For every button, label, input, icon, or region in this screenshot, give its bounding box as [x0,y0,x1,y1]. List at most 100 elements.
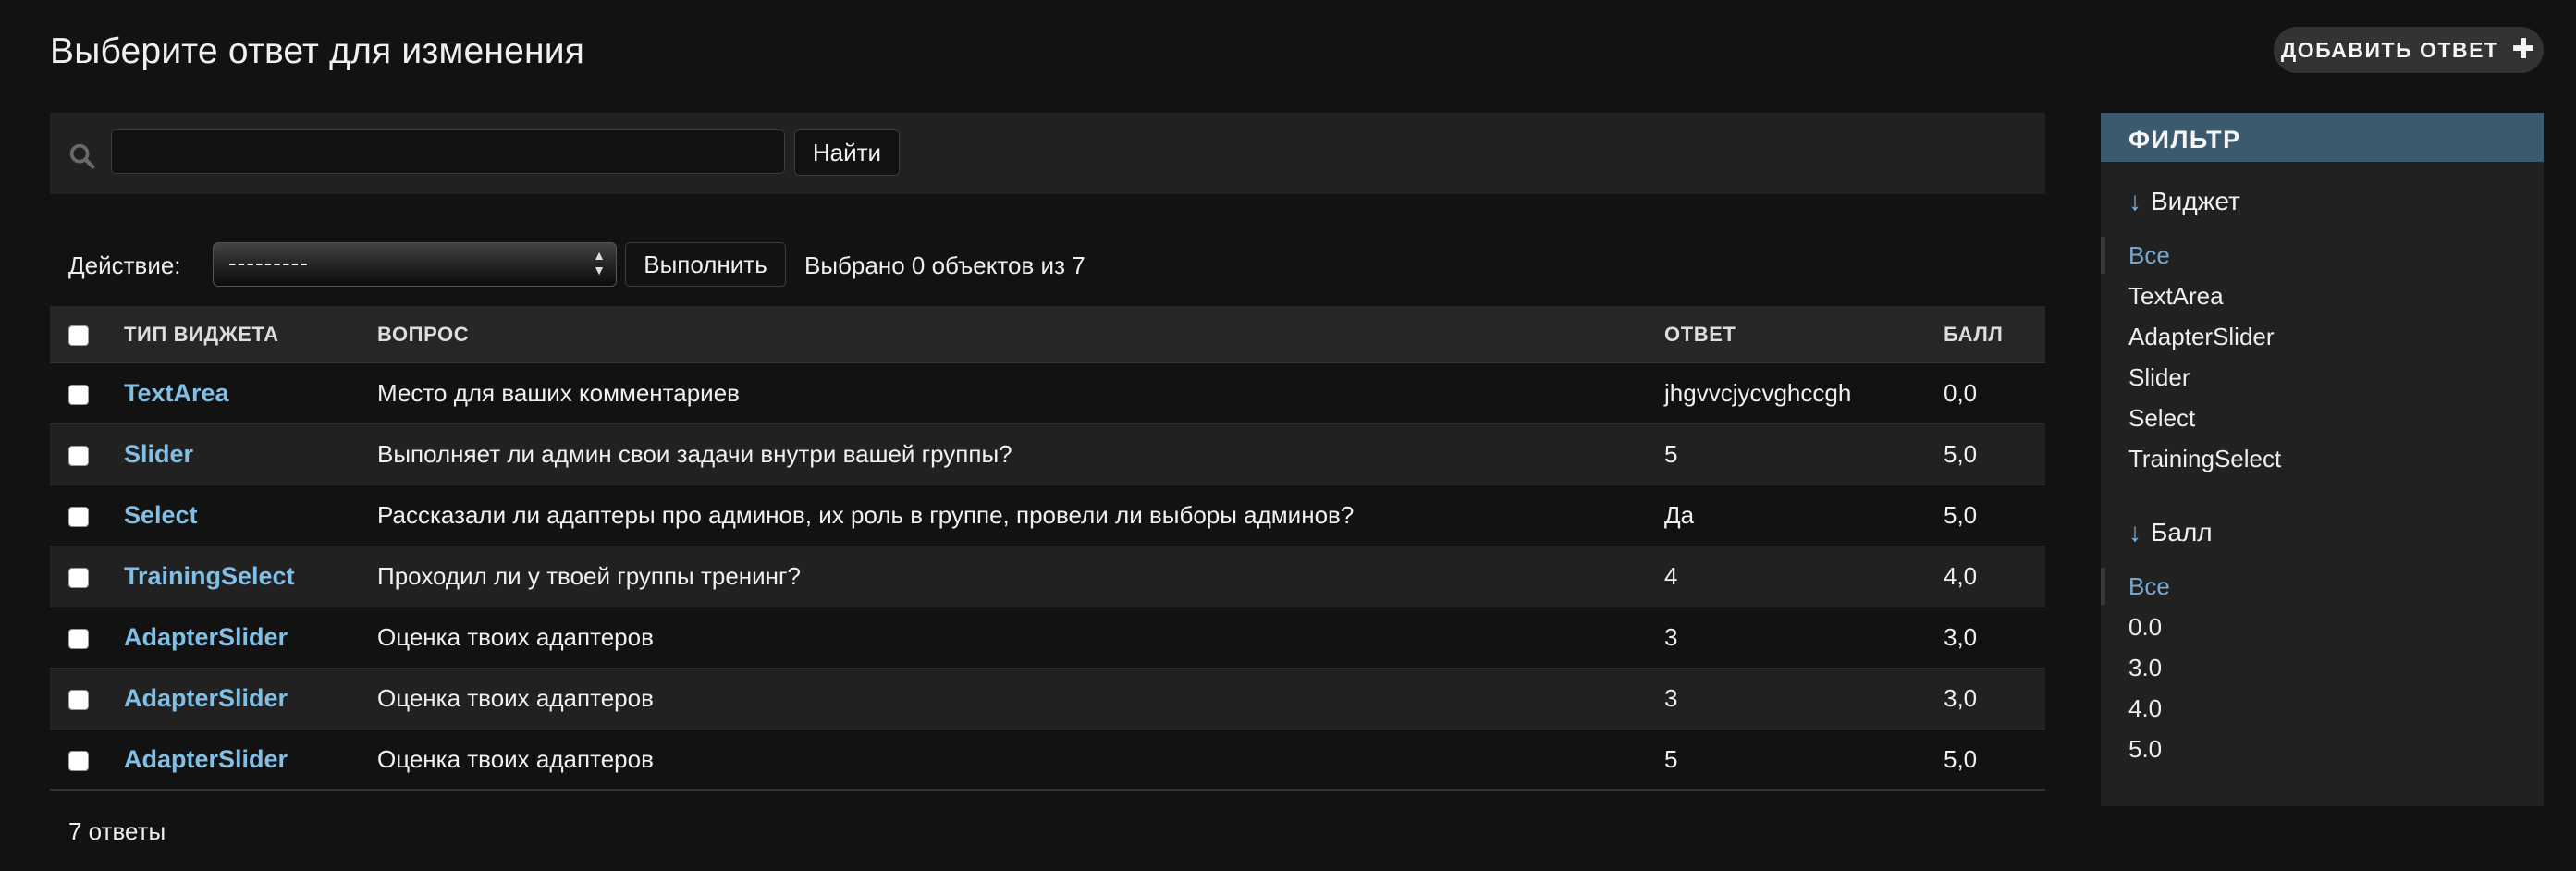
add-answer-label: ДОБАВИТЬ ОТВЕТ [2280,37,2499,62]
filter-heading-label: Виджет [2151,187,2240,215]
filter-title: ФИЛЬТР [2101,113,2544,162]
filter-option[interactable]: 4.0 [2101,688,2544,729]
widget-type-link[interactable]: AdapterSlider [124,745,288,773]
widget-type-cell: TrainingSelect [124,546,377,607]
score-cell: 3,0 [1944,668,2045,730]
score-cell: 5,0 [1944,485,2045,546]
widget-type-cell: Select [124,485,377,546]
table-row: Slider Выполняет ли админ свои задачи вн… [50,423,2045,485]
question-cell: Проходил ли у твоей группы тренинг? [377,546,1664,607]
row-checkbox-cell [50,485,124,546]
row-checkbox[interactable] [68,568,89,589]
results-table: ТИП ВИДЖЕТА ВОПРОС ОТВЕТ БАЛЛ TextArea М… [50,306,2045,791]
search-button[interactable]: Найти [794,129,900,176]
filter-heading-score: ↓ Балл [2128,518,2213,547]
row-checkbox-cell [50,668,124,730]
answer-cell: 3 [1664,607,1944,669]
paginator: 7 ответы [68,817,166,845]
action-select[interactable]: --------- ▲ ▼ [213,242,617,287]
arrow-down-icon: ↓ [2128,187,2141,215]
widget-type-link[interactable]: TextArea [124,379,229,407]
question-cell: Место для ваших комментариев [377,362,1664,424]
table-row: Select Рассказали ли адаптеры про админо… [50,485,2045,546]
row-checkbox[interactable] [68,690,89,711]
answer-cell: 5 [1664,423,1944,485]
selection-counter: Выбрано 0 объектов из 7 [804,251,1086,279]
row-checkbox-cell [50,729,124,791]
row-checkbox[interactable] [68,629,89,650]
search-input[interactable] [111,129,785,174]
question-cell: Рассказали ли адаптеры про админов, их р… [377,485,1664,546]
answer-cell: 3 [1664,668,1944,730]
score-cell: 5,0 [1944,423,2045,485]
select-all-checkbox[interactable] [68,325,89,346]
score-cell: 4,0 [1944,546,2045,607]
row-checkbox[interactable] [68,751,89,772]
run-action-button[interactable]: Выполнить [625,242,786,287]
filter-list-widget: Все TextArea AdapterSlider Slider Select… [2101,235,2544,479]
table-row: AdapterSlider Оценка твоих адаптеров 5 5… [50,729,2045,791]
table-divider [50,789,2045,791]
arrow-down-icon: ↓ [2128,518,2141,546]
widget-type-link[interactable]: AdapterSlider [124,623,288,651]
answer-cell: 4 [1664,546,1944,607]
table-header-row: ТИП ВИДЖЕТА ВОПРОС ОТВЕТ БАЛЛ [50,306,2045,363]
page-title: Выберите ответ для изменения [50,31,585,71]
select-all-cell [50,306,124,363]
column-header-widget-type[interactable]: ТИП ВИДЖЕТА [124,306,377,363]
column-header-question[interactable]: ВОПРОС [377,306,1664,363]
filter-heading-label: Балл [2151,518,2213,546]
table-row: AdapterSlider Оценка твоих адаптеров 3 3… [50,607,2045,669]
widget-type-link[interactable]: Select [124,501,198,529]
search-bar: Найти [50,113,2045,194]
plus-icon: ✚ [2511,34,2537,65]
filter-option[interactable]: 3.0 [2101,647,2544,688]
action-select-value: --------- [228,249,309,276]
row-checkbox[interactable] [68,507,89,528]
row-checkbox-cell [50,423,124,485]
score-cell: 0,0 [1944,362,2045,424]
filter-option[interactable]: Select [2101,398,2544,438]
filter-option[interactable]: TextArea [2101,276,2544,316]
widget-type-cell: Slider [124,423,377,485]
question-cell: Выполняет ли админ свои задачи внутри ва… [377,423,1664,485]
filter-option[interactable]: TrainingSelect [2101,438,2544,479]
answer-cell: jhgvvcjycvghccgh [1664,362,1944,424]
row-checkbox[interactable] [68,385,89,406]
filter-option[interactable]: 5.0 [2101,729,2544,769]
filter-panel: ФИЛЬТР ↓ Виджет Все TextArea AdapterSlide… [2101,113,2544,806]
select-arrows-icon: ▲ ▼ [593,248,607,277]
question-cell: Оценка твоих адаптеров [377,668,1664,730]
filter-option[interactable]: Все [2101,566,2544,607]
answer-cell: Да [1664,485,1944,546]
table-row: TextArea Место для ваших комментариев jh… [50,362,2045,424]
widget-type-cell: AdapterSlider [124,607,377,669]
row-checkbox-cell [50,362,124,424]
widget-type-cell: TextArea [124,362,377,424]
column-header-score[interactable]: БАЛЛ [1944,306,2045,363]
add-answer-button[interactable]: ДОБАВИТЬ ОТВЕТ ✚ [2274,27,2544,73]
score-cell: 5,0 [1944,729,2045,791]
column-header-answer[interactable]: ОТВЕТ [1664,306,1944,363]
widget-type-link[interactable]: Slider [124,440,193,468]
widget-type-link[interactable]: AdapterSlider [124,684,288,712]
filter-option[interactable]: Все [2101,235,2544,276]
row-checkbox-cell [50,607,124,669]
widget-type-link[interactable]: TrainingSelect [124,562,295,590]
filter-heading-widget: ↓ Виджет [2128,187,2240,216]
table-row: AdapterSlider Оценка твоих адаптеров 3 3… [50,668,2045,730]
row-checkbox[interactable] [68,446,89,467]
widget-type-cell: AdapterSlider [124,668,377,730]
question-cell: Оценка твоих адаптеров [377,607,1664,669]
filter-option[interactable]: Slider [2101,357,2544,398]
score-cell: 3,0 [1944,607,2045,669]
widget-type-cell: AdapterSlider [124,729,377,791]
action-bar: Действие: --------- ▲ ▼ Выполнить Выбрано… [50,242,2045,288]
filter-option[interactable]: AdapterSlider [2101,316,2544,357]
filter-option[interactable]: 0.0 [2101,607,2544,647]
question-cell: Оценка твоих адаптеров [377,729,1664,791]
action-label: Действие: [68,251,181,279]
table-row: TrainingSelect Проходил ли у твоей групп… [50,546,2045,607]
filter-list-score: Все 0.0 3.0 4.0 5.0 [2101,566,2544,769]
row-checkbox-cell [50,546,124,607]
